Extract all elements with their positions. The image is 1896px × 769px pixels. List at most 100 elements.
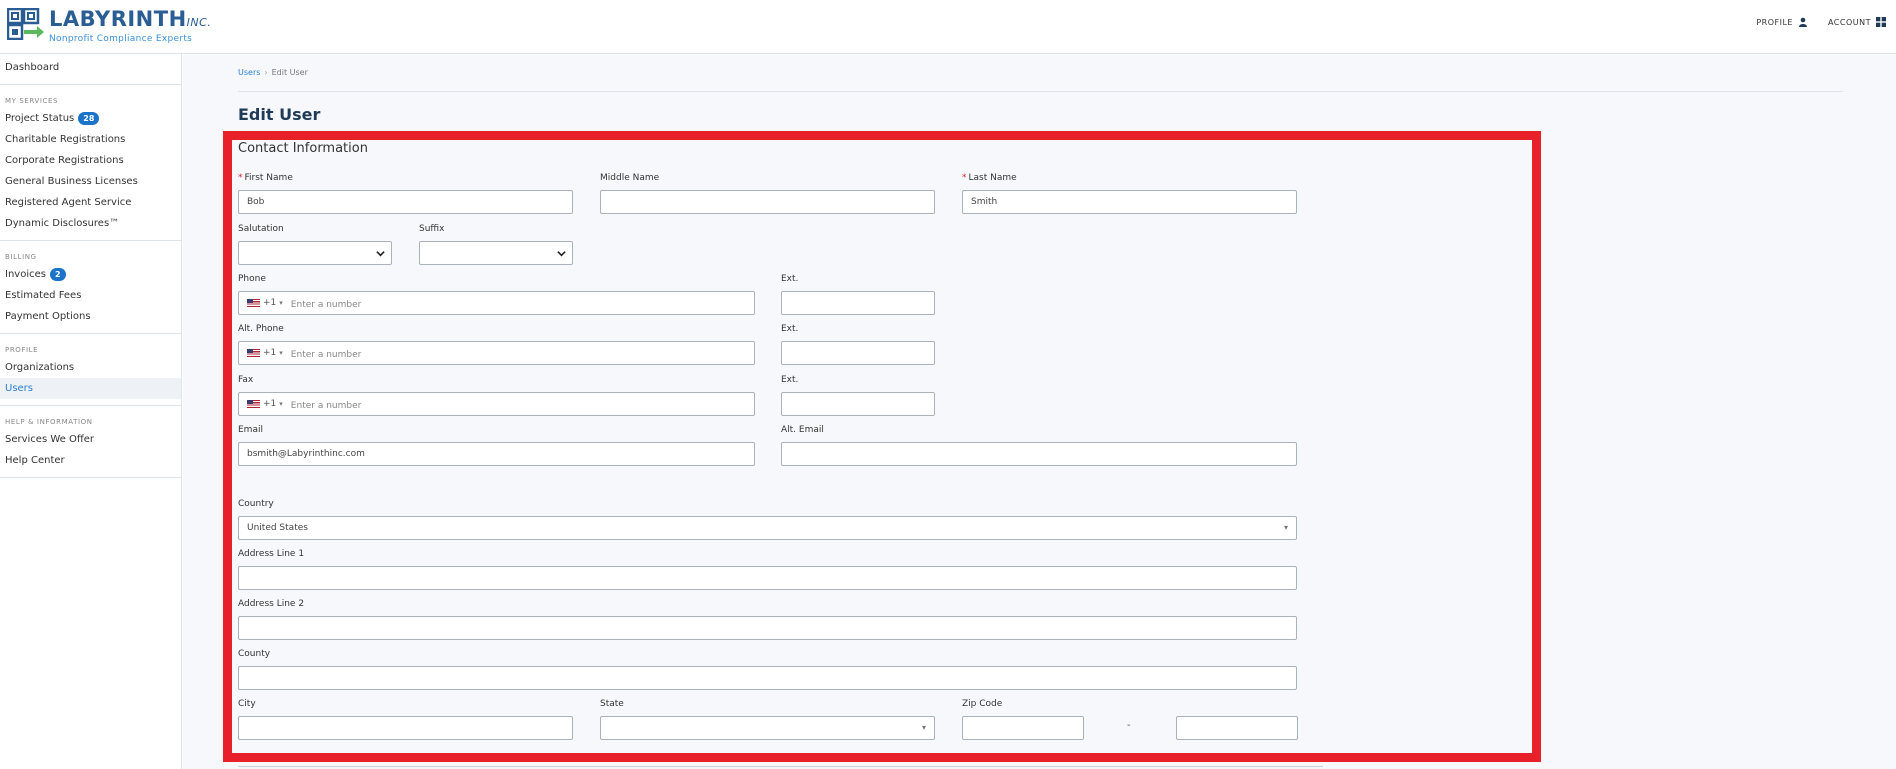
alt-phone-placeholder: Enter a number [290,350,362,360]
logo-name: LABYRINTH [49,7,187,31]
middle-name-label: Middle Name [600,173,660,183]
us-flag-icon [247,400,260,408]
invoices-count-badge: 2 [49,267,66,281]
city-field[interactable] [238,716,573,740]
address-line-1-label: Address Line 1 [238,549,305,559]
sidebar-item-organizations[interactable]: Organizations [0,357,181,378]
alt-email-field[interactable] [781,442,1297,466]
address-line-2-label: Address Line 2 [238,599,305,609]
sidebar-item-estimated-fees[interactable]: Estimated Fees [0,285,181,306]
fax-ext-label: Ext. [781,375,799,385]
fax-field[interactable]: +1 ▾ Enter a number [238,392,755,416]
fax-ext-field[interactable] [781,392,935,416]
country-code: +1 [263,298,277,308]
labyrinth-logo[interactable]: LABYRINTHINC. Nonprofit Compliance Exper… [7,8,211,44]
email-field[interactable]: bsmith@Labyrinthinc.com [238,442,755,466]
sidebar-item-help-center[interactable]: Help Center [0,450,181,471]
sidebar-item-dynamic-disclosures[interactable]: Dynamic Disclosures™ [0,213,181,234]
phone-ext-field[interactable] [781,291,935,315]
caret-down-icon: ▾ [1283,523,1288,532]
account-menu[interactable]: ACCOUNT [1828,17,1886,27]
suffix-label: Suffix [419,224,445,234]
sidebar-item-services-we-offer[interactable]: Services We Offer [0,429,181,450]
divider [238,91,1843,92]
chevron-down-icon [376,251,385,257]
project-status-count-badge: 28 [78,111,100,125]
caret-down-icon: ▾ [279,400,283,408]
zip-code-field[interactable] [962,716,1084,740]
sidebar-section-profile: PROFILE Organizations Users [0,333,181,405]
alt-phone-label: Alt. Phone [238,324,284,334]
country-select[interactable]: United States ▾ [238,516,1297,540]
zip-extension-field[interactable] [1176,716,1298,740]
profile-menu[interactable]: PROFILE [1756,17,1808,27]
salutation-select[interactable] [238,241,392,265]
divider [238,766,1323,767]
top-header: LABYRINTHINC. Nonprofit Compliance Exper… [0,0,1896,54]
city-label: City [238,699,256,709]
sidebar-section-billing: BILLING Invoices 2 Estimated Fees Payment… [0,240,181,333]
country-code-dropdown[interactable]: +1 ▾ [247,393,283,415]
breadcrumb-current: Edit User [271,68,308,77]
last-name-label-text: Last Name [968,173,1017,183]
required-asterisk: * [238,173,243,183]
fax-placeholder: Enter a number [290,401,362,411]
last-name-label: * Last Name [962,173,1017,183]
chevron-down-icon [557,251,566,257]
top-nav: PROFILE ACCOUNT [1756,17,1886,27]
profile-label: PROFILE [1756,17,1793,27]
grid-icon [1876,17,1886,27]
sidebar-item-registered-agent-service[interactable]: Registered Agent Service [0,192,181,213]
sidebar-heading-billing: BILLING [5,253,37,261]
middle-name-field[interactable] [600,190,935,214]
breadcrumb-users-link[interactable]: Users [238,68,260,77]
state-select[interactable]: ▾ [600,716,935,740]
country-code: +1 [263,348,277,358]
main-content: Users › Edit User Edit User Contact Inform… [183,55,1896,769]
sidebar-item-corporate-registrations[interactable]: Corporate Registrations [0,150,181,171]
section-title: Contact Information [238,141,368,156]
last-name-field[interactable]: Smith [962,190,1297,214]
first-name-label-text: First Name [244,173,293,183]
phone-label: Phone [238,274,266,284]
sidebar-item-project-status[interactable]: Project Status 28 [0,108,181,129]
alt-phone-ext-label: Ext. [781,324,799,334]
user-icon [1798,17,1807,27]
sidebar-item-charitable-registrations[interactable]: Charitable Registrations [0,129,181,150]
account-label: ACCOUNT [1827,17,1871,27]
page-title: Edit User [238,105,321,124]
sidebar-section-help: HELP & INFORMATION Services We Offer Hel… [0,405,181,478]
sidebar-item-users[interactable]: Users [0,378,181,399]
country-code-dropdown[interactable]: +1 ▾ [247,342,283,364]
country-code-dropdown[interactable]: +1 ▾ [247,292,283,314]
suffix-select[interactable] [419,241,573,265]
first-name-label: * First Name [238,173,293,183]
address-line-1-field[interactable] [238,566,1297,590]
sidebar-item-payment-options[interactable]: Payment Options [0,306,181,327]
county-field[interactable] [238,666,1297,690]
caret-down-icon: ▾ [279,299,283,307]
sidebar-item-label: Project Status [5,113,75,124]
email-label: Email [238,425,263,435]
phone-placeholder: Enter a number [290,300,362,310]
caret-down-icon: ▾ [921,723,926,732]
caret-down-icon: ▾ [279,349,283,357]
fax-label: Fax [238,375,254,385]
country-code: +1 [263,399,277,409]
country-value: United States [247,523,308,533]
alt-phone-ext-field[interactable] [781,341,935,365]
zip-separator: - [1127,720,1131,731]
breadcrumb: Users › Edit User [238,68,308,77]
zip-code-label: Zip Code [962,699,1003,709]
sidebar-heading-profile: PROFILE [5,346,39,354]
us-flag-icon [247,349,260,357]
sidebar-item-general-business-licenses[interactable]: General Business Licenses [0,171,181,192]
country-label: Country [238,499,274,509]
alt-phone-field[interactable]: +1 ▾ Enter a number [238,341,755,365]
first-name-field[interactable]: Bob [238,190,573,214]
address-line-2-field[interactable] [238,616,1297,640]
sidebar-item-invoices[interactable]: Invoices 2 [0,264,181,285]
phone-field[interactable]: +1 ▾ Enter a number [238,291,755,315]
sidebar-item-dashboard[interactable]: Dashboard [0,57,181,78]
sidebar-item-label: Invoices [5,269,46,280]
